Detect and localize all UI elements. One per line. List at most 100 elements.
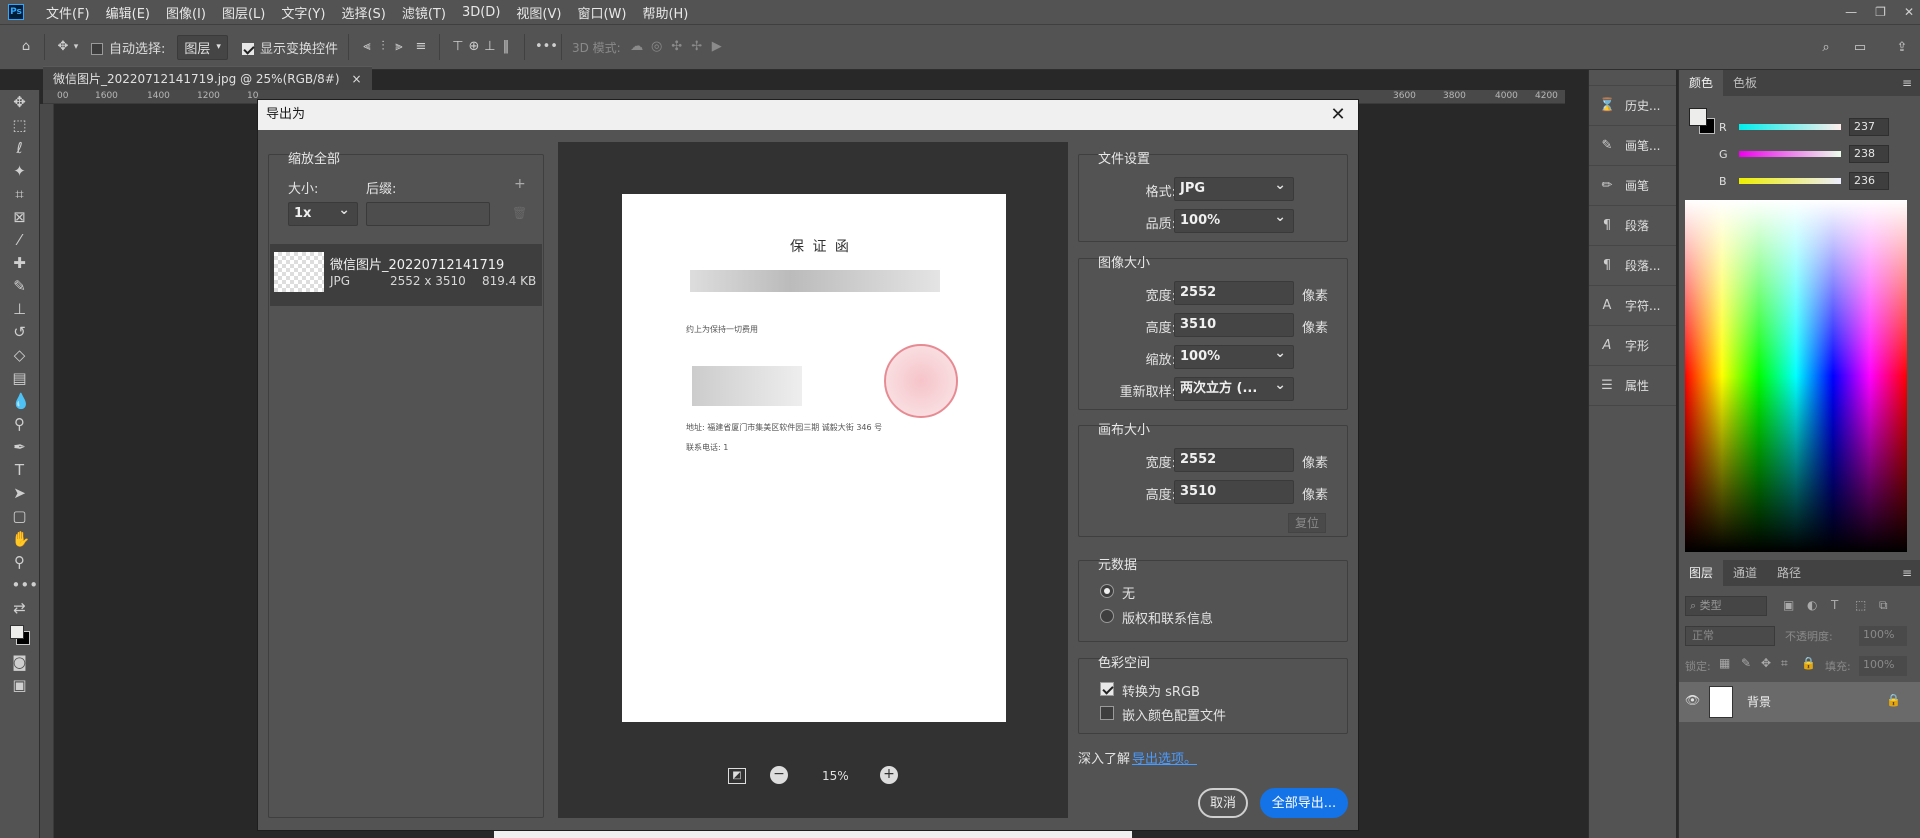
export-all-button[interactable]: 全部导出...: [1260, 788, 1348, 818]
menu-view[interactable]: 视图(V): [508, 3, 569, 22]
layer-select-dropdown[interactable]: 图层 ▾: [177, 34, 228, 60]
align-left-icon[interactable]: ⫷: [359, 39, 375, 55]
swap-colors-icon[interactable]: ⇄: [12, 600, 28, 616]
panel-menu-icon[interactable]: ≡: [1902, 566, 1912, 580]
path-select-tool-icon[interactable]: ➤: [12, 485, 28, 501]
panel-menu-icon[interactable]: ≡: [1902, 76, 1912, 90]
character-styles-panel-button[interactable]: A 字符...: [1589, 286, 1676, 326]
menu-help[interactable]: 帮助(H): [634, 3, 696, 22]
blur-tool-icon[interactable]: 💧: [12, 393, 31, 409]
frame-tool-icon[interactable]: ⊠: [12, 209, 28, 225]
stamp-tool-icon[interactable]: ⊥: [12, 301, 28, 317]
filter-adjustment-icon[interactable]: ◐: [1807, 598, 1817, 612]
document-tab[interactable]: 微信图片_20220712141719.jpg @ 25%(RGB/8#) ×: [43, 66, 372, 90]
size-dropdown[interactable]: 1x: [288, 199, 358, 226]
paragraph-panel-button[interactable]: ¶ 段落: [1589, 206, 1676, 246]
quick-mask-icon[interactable]: ◙: [12, 654, 28, 670]
properties-panel-button[interactable]: ☰ 属性: [1589, 366, 1676, 406]
cancel-button[interactable]: 取消: [1198, 788, 1248, 818]
paragraph-styles-panel-button[interactable]: ¶ 段落...: [1589, 246, 1676, 286]
suffix-input[interactable]: [366, 202, 490, 226]
green-value-input[interactable]: 238: [1849, 145, 1889, 163]
scale-dropdown[interactable]: 100%: [1174, 342, 1294, 369]
fill-input[interactable]: 100%: [1859, 656, 1907, 676]
align-top-icon[interactable]: ⊤: [450, 39, 466, 55]
blend-mode-dropdown[interactable]: 正常: [1685, 626, 1775, 646]
menu-3d[interactable]: 3D(D): [454, 5, 508, 20]
restore-icon[interactable]: ❐: [1875, 5, 1886, 19]
blue-slider[interactable]: [1739, 178, 1841, 184]
gradient-tool-icon[interactable]: ▤: [12, 370, 28, 386]
shape-tool-icon[interactable]: ▢: [12, 508, 28, 524]
add-scale-icon[interactable]: +: [514, 176, 526, 192]
pen-tool-icon[interactable]: ✒: [12, 439, 28, 455]
filter-pixel-icon[interactable]: ▣: [1783, 598, 1794, 612]
glyphs-panel-button[interactable]: A 字形: [1589, 326, 1676, 366]
lock-position-icon[interactable]: ✥: [1761, 656, 1771, 670]
3d-roll-icon[interactable]: ◎: [649, 39, 665, 55]
home-icon[interactable]: ⌂: [18, 39, 34, 55]
close-icon[interactable]: ✕: [1328, 105, 1348, 125]
menu-filter[interactable]: 滤镜(T): [394, 3, 454, 22]
menu-image[interactable]: 图像(I): [158, 3, 214, 22]
tab-paths[interactable]: 路径: [1767, 560, 1811, 586]
move-tool-icon[interactable]: ✥: [55, 39, 71, 55]
distribute-vertical-icon[interactable]: ‖: [498, 39, 514, 55]
share-icon[interactable]: ⇪: [1894, 40, 1910, 56]
red-slider[interactable]: [1739, 124, 1841, 130]
blue-value-input[interactable]: 236: [1849, 172, 1889, 190]
eyedropper-tool-icon[interactable]: ⁄: [12, 232, 28, 248]
history-brush-icon[interactable]: ↺: [12, 324, 28, 340]
align-right-icon[interactable]: ⫸: [391, 39, 407, 55]
distribute-icon[interactable]: ≡: [413, 39, 429, 55]
menu-select[interactable]: 选择(S): [333, 3, 393, 22]
lock-artboard-icon[interactable]: ⌗: [1781, 656, 1788, 671]
color-swatches[interactable]: [8, 623, 32, 647]
close-window-icon[interactable]: ✕: [1904, 5, 1914, 19]
export-options-link[interactable]: 导出选项。: [1132, 748, 1197, 767]
layer-kind-filter[interactable]: ⌕ 类型: [1685, 596, 1767, 616]
align-center-icon[interactable]: ⫶: [375, 39, 391, 55]
menu-layer[interactable]: 图层(L): [214, 3, 273, 22]
brush-tool-icon[interactable]: ✎: [12, 278, 28, 294]
quality-dropdown[interactable]: 100%: [1174, 206, 1294, 233]
visibility-eye-icon[interactable]: 👁: [1685, 693, 1700, 707]
align-middle-icon[interactable]: ⊕: [466, 39, 482, 55]
canvas-width-input[interactable]: 2552: [1174, 448, 1294, 472]
brushes-panel-button[interactable]: ✏ 画笔: [1589, 166, 1676, 206]
opacity-input[interactable]: 100%: [1859, 626, 1907, 646]
3d-orbit-icon[interactable]: ☁: [629, 39, 645, 55]
green-slider[interactable]: [1739, 151, 1841, 157]
fit-screen-icon[interactable]: ◩: [728, 768, 746, 784]
format-dropdown[interactable]: JPG: [1174, 174, 1294, 201]
chevron-down-icon[interactable]: ▾: [71, 39, 81, 55]
resample-dropdown[interactable]: 两次立方 (...: [1174, 374, 1294, 401]
tab-layers[interactable]: 图层: [1679, 560, 1724, 586]
red-value-input[interactable]: 237: [1849, 118, 1889, 136]
3d-slide-icon[interactable]: ✢: [689, 39, 705, 55]
layer-row[interactable]: 👁 背景 🔒: [1679, 682, 1920, 722]
tab-color[interactable]: 颜色: [1679, 70, 1724, 96]
show-transform-checkbox[interactable]: 显示变换控件: [241, 38, 338, 57]
align-bottom-icon[interactable]: ⊥: [482, 39, 498, 55]
tab-channels[interactable]: 通道: [1723, 560, 1767, 586]
file-list-item[interactable]: 微信图片_20220712141719 JPG 2552 x 3510 819.…: [270, 244, 542, 306]
screen-mode-icon[interactable]: ▣: [12, 677, 28, 693]
foreground-color-swatch[interactable]: [9, 625, 24, 639]
auto-select-checkbox[interactable]: 自动选择:: [91, 38, 165, 57]
filter-type-icon[interactable]: T: [1831, 598, 1838, 612]
canvas-height-input[interactable]: 3510: [1174, 480, 1294, 504]
more-tools-icon[interactable]: •••: [12, 577, 39, 593]
embed-profile-checkbox[interactable]: [1100, 706, 1114, 720]
filter-shape-icon[interactable]: ⬚: [1855, 598, 1866, 612]
lasso-tool-icon[interactable]: ℓ: [12, 140, 28, 156]
foreground-color-swatch[interactable]: [1689, 108, 1707, 126]
marquee-tool-icon[interactable]: ⬚: [12, 117, 28, 133]
move-tool-icon[interactable]: ✥: [12, 94, 28, 110]
document-canvas[interactable]: [494, 830, 1132, 838]
reset-button[interactable]: 复位: [1288, 513, 1326, 533]
tab-swatches[interactable]: 色板: [1723, 70, 1767, 96]
more-icon[interactable]: •••: [535, 39, 558, 55]
menu-type[interactable]: 文字(Y): [273, 3, 333, 22]
metadata-copyright-radio[interactable]: [1100, 609, 1114, 623]
